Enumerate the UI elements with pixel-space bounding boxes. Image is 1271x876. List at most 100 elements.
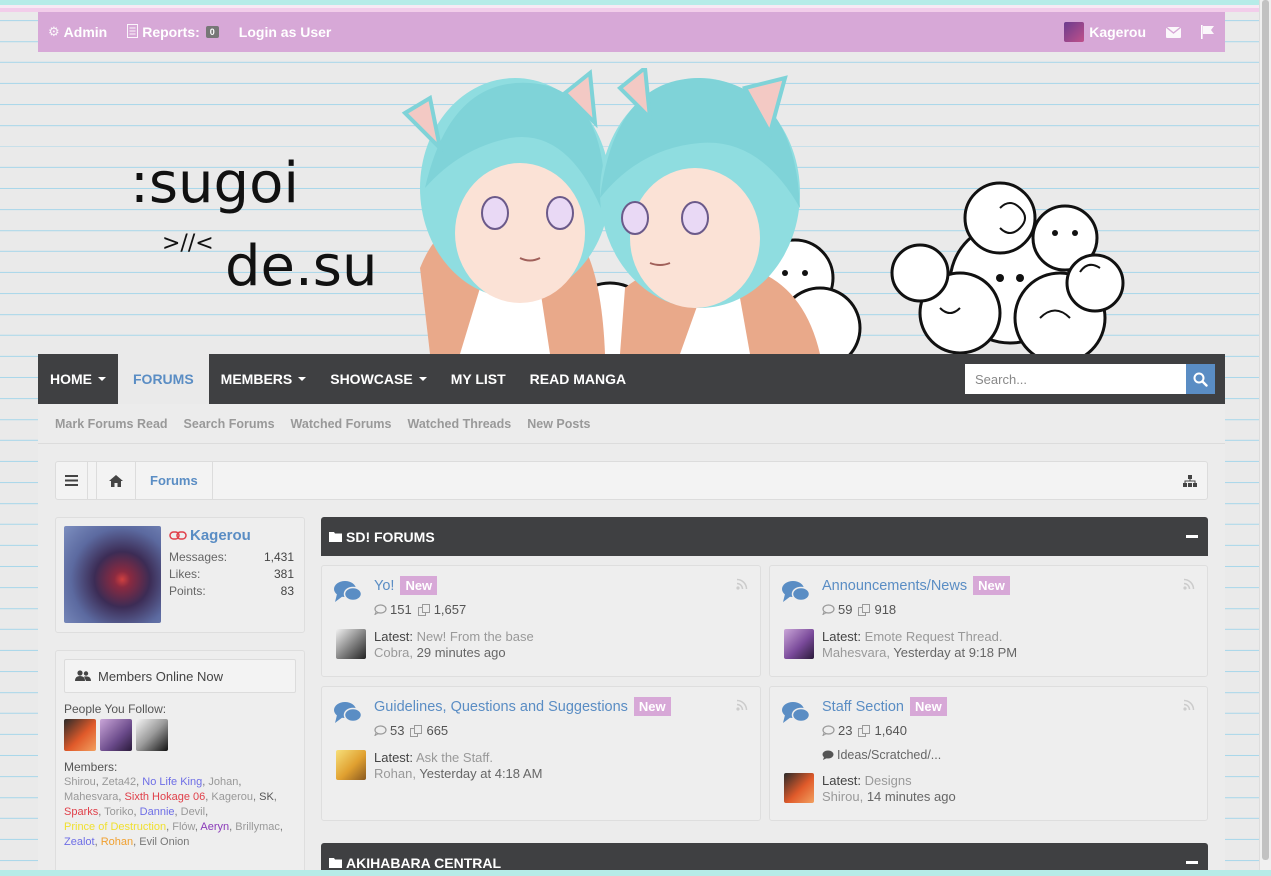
visitor-stats: Messages: 1,431 Likes: 381 Points: 83 [169, 549, 294, 600]
tab-label: MY LIST [450, 371, 506, 387]
login-as-user-link[interactable]: Login as User [239, 24, 332, 40]
online-member-link[interactable]: Shirou [64, 776, 96, 788]
admin-link[interactable]: ⚙ Admin [48, 24, 107, 40]
alerts-flag-icon[interactable] [1201, 25, 1215, 39]
avatar[interactable] [336, 750, 366, 780]
visitor-panel: Kagerou Messages: 1,431 Likes: 381 Points:… [55, 517, 305, 633]
online-member-link[interactable]: Rohan [101, 836, 133, 848]
avatar[interactable] [100, 719, 132, 751]
mark-forums-read-link[interactable]: Mark Forums Read [55, 417, 168, 431]
latest-post: Latest: Designs Shirou, 14 minutes ago [784, 773, 956, 805]
online-member-link[interactable]: Kagerou [211, 791, 253, 803]
rss-icon[interactable] [1183, 699, 1195, 714]
online-member-link[interactable]: Sparks [64, 806, 98, 818]
new-posts-link[interactable]: New Posts [527, 417, 590, 431]
category-bar-sd-forums[interactable]: SD! FORUMS [321, 517, 1208, 556]
breadcrumb-home[interactable] [96, 462, 136, 499]
breadcrumb-menu-button[interactable] [56, 462, 88, 499]
latest-label: Latest: [822, 773, 862, 788]
online-members-list: Shirou, Zeta42, No Life King, Johan, Mah… [64, 776, 283, 848]
new-badge[interactable]: New [400, 576, 438, 595]
rss-icon[interactable] [1183, 578, 1195, 593]
latest-user-link[interactable]: Cobra [374, 645, 409, 660]
forum-title-link[interactable]: Announcements/News [822, 578, 967, 594]
latest-post: Latest: Emote Request Thread. Mahesvara,… [784, 629, 1017, 661]
online-member-link[interactable]: Zealot [64, 836, 95, 848]
copy-icon [417, 603, 430, 616]
online-member-link[interactable]: Toriko [104, 806, 133, 818]
search-button[interactable] [1186, 364, 1215, 394]
avatar[interactable] [784, 773, 814, 803]
latest-thread-link[interactable]: Designs [865, 773, 912, 788]
latest-user-link[interactable]: Rohan [374, 766, 412, 781]
avatar[interactable] [64, 719, 96, 751]
latest-label: Latest: [822, 629, 862, 644]
online-member-link[interactable]: Johan [208, 776, 238, 788]
breadcrumb-forums[interactable]: Forums [136, 462, 213, 499]
avatar[interactable] [336, 629, 366, 659]
messages-stat: 665 [410, 723, 448, 738]
tab-read-manga[interactable]: READ MANGA [518, 354, 638, 404]
online-member-link[interactable]: Sixth Hokage 06 [125, 791, 206, 803]
reports-link[interactable]: Reports: 0 [127, 23, 219, 41]
inbox-icon[interactable] [1166, 26, 1181, 38]
search-forums-link[interactable]: Search Forums [184, 417, 275, 431]
collapse-icon[interactable] [1186, 861, 1198, 864]
tab-label: MEMBERS [220, 371, 293, 387]
rss-icon[interactable] [736, 578, 748, 593]
online-member-link[interactable]: SK [259, 791, 274, 803]
online-member-link[interactable]: Dannie [140, 806, 175, 818]
latest-user-link[interactable]: Mahesvara [822, 645, 886, 660]
new-badge[interactable]: New [909, 697, 947, 716]
scrollbar-thumb[interactable] [1262, 0, 1269, 860]
latest-thread-link[interactable]: New! From the base [417, 629, 534, 644]
latest-date: 14 minutes ago [866, 789, 956, 804]
avatar[interactable] [136, 719, 168, 751]
user-menu[interactable]: Kagerou [1064, 22, 1146, 42]
copy-icon [858, 603, 871, 616]
new-badge[interactable]: New [973, 576, 1010, 595]
forum-chat-icon [782, 580, 811, 607]
visitor-name-link[interactable]: Kagerou [169, 527, 251, 544]
forum-node: Staff Section New 23 1,640 Ideas/Scratche… [769, 686, 1208, 821]
watched-threads-link[interactable]: Watched Threads [407, 417, 511, 431]
latest-date: Yesterday at 9:18 PM [893, 645, 1018, 660]
avatar[interactable] [784, 629, 814, 659]
latest-thread-link[interactable]: Ask the Staff. [416, 750, 493, 765]
tab-showcase[interactable]: SHOWCASE [318, 354, 438, 404]
tab-members[interactable]: MEMBERS [209, 354, 319, 404]
collapse-icon[interactable] [1186, 535, 1198, 538]
messages-stat: 1,640 [858, 723, 907, 738]
online-member-link[interactable]: No Life King [142, 776, 202, 788]
forum-title-link[interactable]: Staff Section [822, 699, 904, 715]
online-member-link[interactable]: Devil [181, 806, 205, 818]
subforum-link[interactable]: Ideas/Scratched/... [822, 748, 941, 762]
tab-home[interactable]: HOME [38, 354, 118, 404]
online-member-link[interactable]: Aeryn [200, 821, 229, 833]
online-member-link[interactable]: Evil Onion [139, 836, 189, 848]
site-logo[interactable]: :sugoi >//< de.su [130, 150, 400, 299]
stat-messages: Messages: 1,431 [169, 549, 294, 566]
forum-title-link[interactable]: Yo! [374, 578, 394, 594]
rss-icon[interactable] [736, 699, 748, 714]
latest-thread-link[interactable]: Emote Request Thread. [865, 629, 1003, 644]
tab-forums[interactable]: FORUMS [118, 354, 209, 404]
discussions-count: 151 [390, 602, 412, 617]
latest-user-link[interactable]: Shirou [822, 789, 860, 804]
tab-my-list[interactable]: MY LIST [439, 354, 518, 404]
online-member-link[interactable]: Prince of Destruction [64, 821, 166, 833]
breadcrumb: Forums [55, 461, 1208, 500]
online-member-link[interactable]: Brillymac [235, 821, 280, 833]
avatar [1064, 22, 1085, 42]
watched-forums-link[interactable]: Watched Forums [291, 417, 392, 431]
sitemap-icon[interactable] [1183, 462, 1197, 499]
page-scrollbar[interactable] [1259, 0, 1271, 876]
online-member-link[interactable]: Zeta42 [102, 776, 136, 788]
avatar[interactable] [64, 526, 161, 623]
search-input[interactable] [965, 364, 1186, 394]
new-badge[interactable]: New [633, 697, 671, 716]
forum-chat-icon [334, 701, 363, 728]
online-member-link[interactable]: Flów [172, 821, 195, 833]
online-member-link[interactable]: Mahesvara [64, 791, 118, 803]
forum-title-link[interactable]: Guidelines, Questions and Suggestions [374, 699, 628, 715]
